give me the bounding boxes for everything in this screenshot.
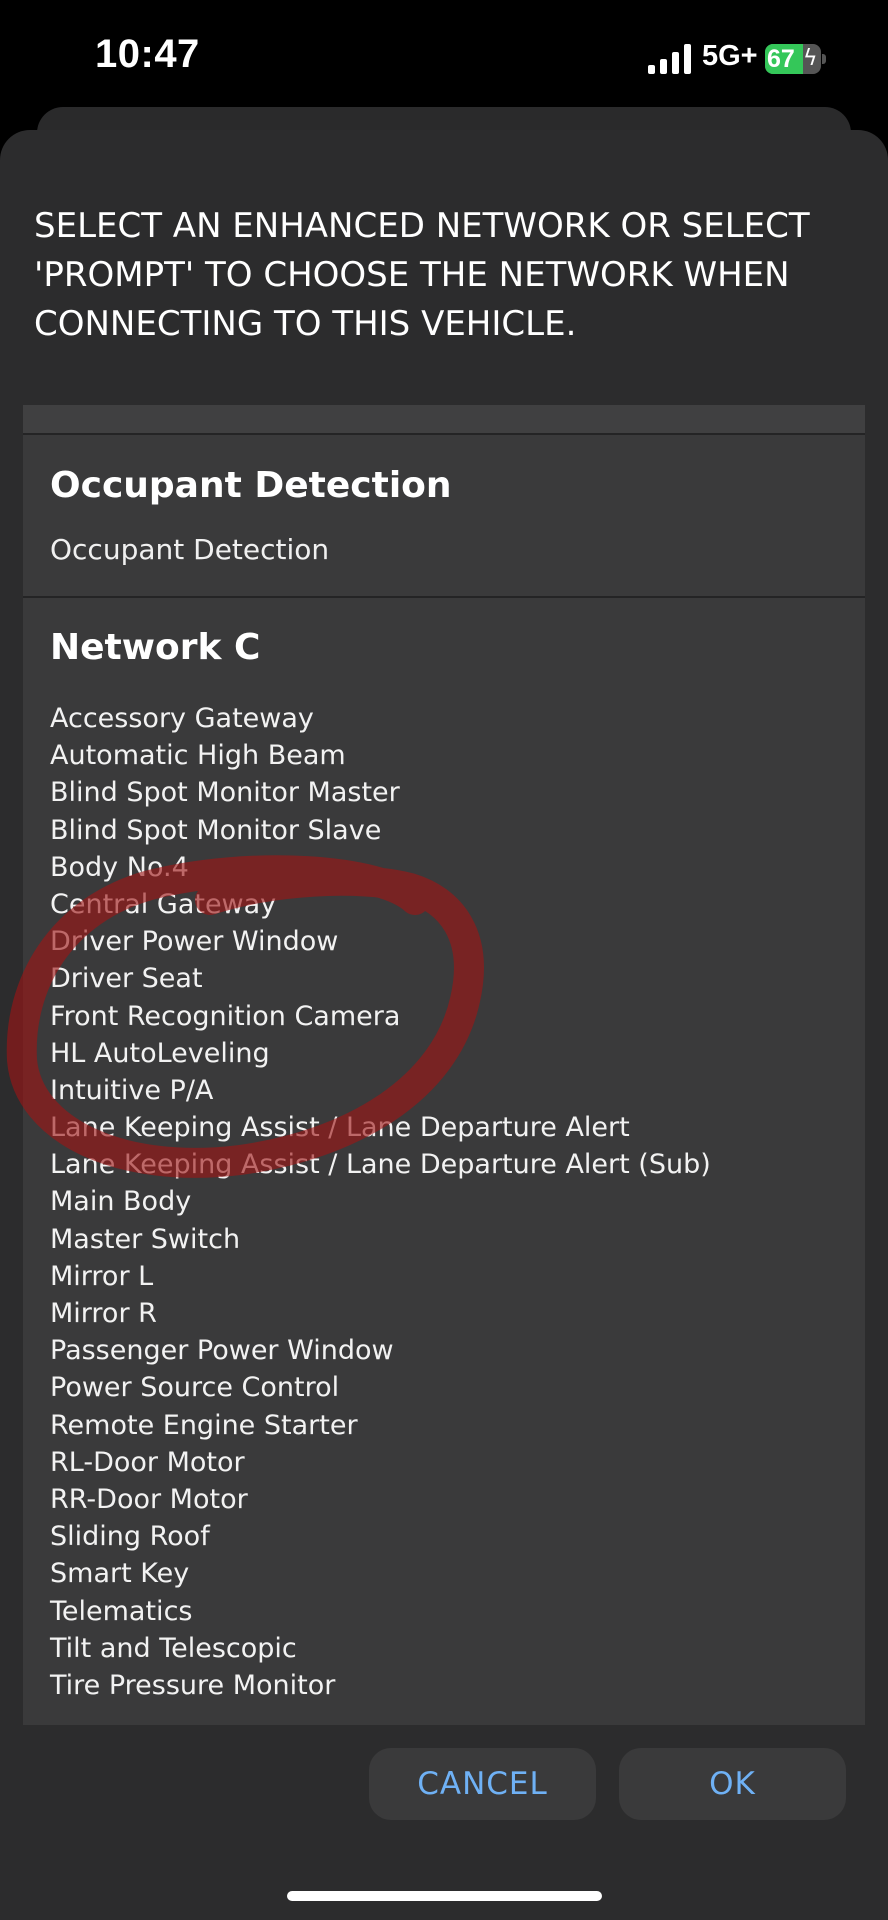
battery-body: 67 ϟ (765, 44, 821, 74)
battery-indicator: 67 ϟ (765, 44, 827, 74)
list-item: Sliding Roof (50, 1521, 210, 1553)
battery-tip (822, 54, 826, 64)
network-select-dialog: SELECT AN ENHANCED NETWORK OR SELECT 'PR… (0, 130, 888, 1920)
list-item: Mirror L (50, 1260, 154, 1292)
list-item: Blind Spot Monitor Slave (50, 814, 382, 846)
group-divider (23, 596, 865, 598)
list-item: Remote Engine Starter (50, 1409, 358, 1441)
charging-bolt-icon: ϟ (803, 46, 818, 71)
status-bar: 10:47 5G+ 67 ϟ (0, 0, 888, 118)
status-time: 10:47 (95, 32, 200, 76)
list-item: HL AutoLeveling (50, 1037, 270, 1069)
previous-group-edge (23, 405, 865, 433)
cancel-button[interactable]: CANCEL (369, 1748, 596, 1820)
list-item: Driver Seat (50, 963, 203, 995)
network-list[interactable]: Occupant Detection Occupant Detection Ne… (23, 405, 865, 1725)
home-indicator[interactable] (287, 1891, 602, 1901)
list-item: Front Recognition Camera (50, 1000, 401, 1032)
list-item: Automatic High Beam (50, 740, 346, 772)
list-item: Tire Pressure Monitor (50, 1669, 336, 1701)
list-item: Main Body (50, 1186, 192, 1218)
list-item: Blind Spot Monitor Master (50, 777, 400, 809)
group-title-occupant-detection[interactable]: Occupant Detection (50, 465, 452, 506)
list-item: Telematics (50, 1595, 193, 1627)
battery-level: 67 (767, 45, 795, 73)
signal-bars-icon (648, 44, 691, 74)
list-item: Tilt and Telescopic (50, 1632, 297, 1664)
network-type-label: 5G+ (702, 40, 758, 72)
list-item: Intuitive P/A (50, 1074, 214, 1106)
list-item: RL-Door Motor (50, 1446, 245, 1478)
group-subtitle-occupant-detection: Occupant Detection (50, 533, 330, 566)
list-item: Body No.4 (50, 851, 189, 883)
dialog-title: SELECT AN ENHANCED NETWORK OR SELECT 'PR… (34, 206, 810, 344)
list-item: RR-Door Motor (50, 1483, 248, 1515)
list-item: Master Switch (50, 1223, 241, 1255)
ok-button[interactable]: OK (619, 1748, 846, 1820)
group-divider (23, 433, 865, 435)
list-item: Smart Key (50, 1558, 190, 1590)
list-item: Accessory Gateway (50, 703, 314, 734)
list-item: Power Source Control (50, 1372, 340, 1404)
list-item: Lane Keeping Assist / Lane Departure Ale… (50, 1149, 711, 1181)
list-item: Passenger Power Window (50, 1335, 394, 1367)
network-c-ecu-list: Accessory Gateway Automatic High Beam Bl… (50, 700, 711, 1704)
list-item: Lane Keeping Assist / Lane Departure Ale… (50, 1112, 630, 1144)
group-title-network-c[interactable]: Network C (50, 627, 260, 668)
list-item: Mirror R (50, 1298, 157, 1329)
list-item: Central Gateway (50, 888, 277, 920)
list-item: Driver Power Window (50, 926, 339, 958)
